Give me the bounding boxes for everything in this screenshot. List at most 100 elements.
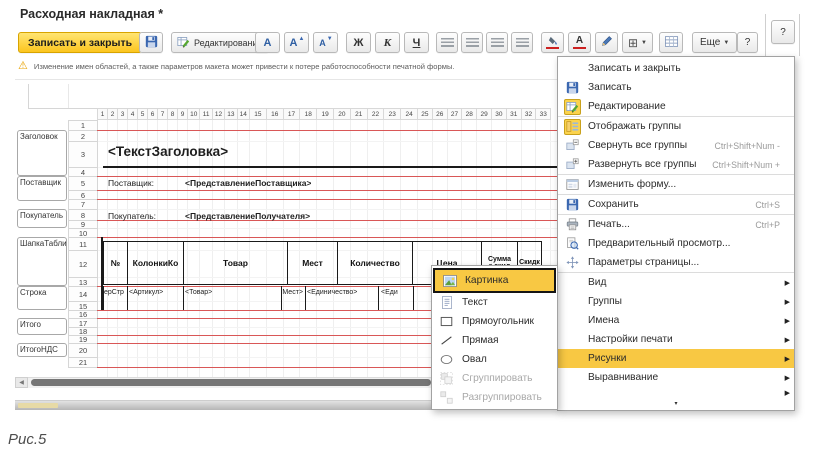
- menu-item-collapse-all-groups[interactable]: Свернуть все группыCtrl+Shift+Num -: [558, 136, 794, 155]
- buyer-value-cell[interactable]: <ПредставлениеПолучателя>: [185, 211, 310, 221]
- area-label-2[interactable]: Поставщик: [17, 176, 67, 201]
- submenu-item-text[interactable]: Текст: [432, 293, 557, 312]
- submenu-item-picture[interactable]: Картинка: [433, 268, 556, 293]
- font-size-down-button[interactable]: А ▼: [313, 32, 338, 53]
- column-header-25[interactable]: 25: [417, 108, 433, 120]
- table-value-cell[interactable]: Мест>: [282, 289, 303, 296]
- column-header-23[interactable]: 23: [383, 108, 401, 120]
- buyer-label-cell[interactable]: Покупатель:: [108, 211, 156, 221]
- area-label-3[interactable]: Покупатель: [17, 209, 67, 228]
- submenu-item-straight-line[interactable]: Прямая: [432, 331, 557, 350]
- column-header-30[interactable]: 30: [491, 108, 507, 120]
- borders-dropdown-button[interactable]: ⊞ ▼: [622, 32, 653, 53]
- row-header-12[interactable]: 12: [68, 250, 98, 278]
- column-header-17[interactable]: 17: [283, 108, 301, 120]
- help-button[interactable]: ?: [737, 32, 758, 53]
- menu-item-print-preview[interactable]: Предварительный просмотр...: [558, 234, 794, 253]
- row-header-14[interactable]: 14: [68, 286, 98, 302]
- row-header-20[interactable]: 20: [68, 343, 98, 358]
- italic-button[interactable]: К: [375, 32, 400, 53]
- column-header-16[interactable]: 16: [266, 108, 284, 120]
- menu-item-save[interactable]: Записать: [558, 78, 794, 97]
- table-value-cell[interactable]: <Артикул>: [129, 289, 181, 296]
- menu-item-clipped-item[interactable]: ▶: [558, 387, 794, 399]
- column-header-14[interactable]: 14: [237, 108, 250, 120]
- area-label-4[interactable]: ШапкаТабли: [17, 237, 67, 286]
- font-color-button[interactable]: А: [568, 32, 591, 53]
- menu-item-drawings[interactable]: Рисунки▶: [558, 349, 794, 368]
- menu-item-groups[interactable]: Группы▶: [558, 292, 794, 311]
- column-header-28[interactable]: 28: [461, 108, 477, 120]
- row-header-21[interactable]: 21: [68, 357, 98, 368]
- table-header-cell[interactable]: Товар: [183, 241, 288, 285]
- table-value-cell[interactable]: <Товар>: [185, 289, 277, 296]
- supplier-label-cell[interactable]: Поставщик:: [108, 178, 154, 188]
- column-header-32[interactable]: 32: [521, 108, 537, 120]
- menu-item-expand-all-groups[interactable]: Развернуть все группыCtrl+Shift+Num +: [558, 155, 794, 174]
- fill-color-button[interactable]: [541, 32, 564, 53]
- table-header-cell[interactable]: Мест: [287, 241, 338, 285]
- table-header-cell[interactable]: Количество: [337, 241, 413, 285]
- bold-button[interactable]: Ж: [346, 32, 371, 53]
- menu-item-page-setup[interactable]: Параметры страницы...: [558, 253, 794, 272]
- align-center-button[interactable]: [461, 32, 483, 53]
- save-and-close-button[interactable]: Записать и закрыть: [18, 32, 142, 53]
- column-header-27[interactable]: 27: [447, 108, 463, 120]
- menu-item-alignment[interactable]: Выравнивание▶: [558, 368, 794, 387]
- save-button[interactable]: [139, 32, 163, 53]
- area-label-5[interactable]: Строка: [17, 286, 67, 310]
- align-left-button[interactable]: [436, 32, 458, 53]
- menu-item-show-groups[interactable]: Отображать группы: [558, 117, 794, 136]
- table-value-cell[interactable]: <Единичество>: [307, 289, 376, 296]
- scrollbar-thumb[interactable]: [31, 379, 431, 386]
- row-header-3[interactable]: 3: [68, 141, 98, 168]
- align-justify-button[interactable]: [511, 32, 533, 53]
- more-button[interactable]: Еще ▼: [692, 32, 737, 53]
- underline-button[interactable]: Ч: [404, 32, 429, 53]
- menu-scroll-down-icon[interactable]: ▾: [558, 399, 794, 408]
- supplier-value-cell[interactable]: <ПредставлениеПоставщика>: [185, 178, 311, 188]
- row-header-5[interactable]: 5: [68, 176, 98, 191]
- area-label-6[interactable]: Итого: [17, 318, 67, 335]
- menu-item-print[interactable]: Печать...Ctrl+P: [558, 215, 794, 234]
- column-header-12[interactable]: 12: [212, 108, 225, 120]
- menu-item-change-form[interactable]: Изменить форму...: [558, 175, 794, 194]
- column-header-33[interactable]: 33: [535, 108, 551, 120]
- menu-item-print-settings[interactable]: Настройки печати▶: [558, 330, 794, 349]
- edit-mode-button[interactable]: Редактирование: [171, 32, 269, 53]
- area-label-7[interactable]: ИтогоНДС: [17, 343, 67, 357]
- panel-help-button[interactable]: ?: [771, 20, 795, 44]
- font-button[interactable]: А: [255, 32, 280, 53]
- column-header-31[interactable]: 31: [506, 108, 522, 120]
- table-value-cell[interactable]: <Еди: [381, 289, 411, 296]
- menu-item-save-file[interactable]: СохранитьCtrl+S: [558, 195, 794, 214]
- table-header-cell[interactable]: №: [103, 241, 128, 285]
- column-header-21[interactable]: 21: [350, 108, 368, 120]
- column-header-29[interactable]: 29: [476, 108, 492, 120]
- area-label-1[interactable]: Заголовок: [17, 130, 67, 176]
- submenu-item-rectangle[interactable]: Прямоугольник: [432, 312, 557, 331]
- column-header-15[interactable]: 15: [249, 108, 267, 120]
- column-header-11[interactable]: 11: [199, 108, 212, 120]
- merge-cells-button[interactable]: [659, 32, 683, 53]
- menu-item-editing[interactable]: Редактирование: [558, 97, 794, 116]
- column-header-22[interactable]: 22: [367, 108, 385, 120]
- menu-item-names[interactable]: Имена▶: [558, 311, 794, 330]
- title-cell[interactable]: <ТекстЗаголовка>: [108, 144, 228, 159]
- column-header-10[interactable]: 10: [187, 108, 200, 120]
- scroll-left-arrow[interactable]: ◀: [15, 377, 28, 388]
- column-header-24[interactable]: 24: [400, 108, 418, 120]
- border-color-button[interactable]: [595, 32, 618, 53]
- table-value-cell[interactable]: ерСтр: [104, 289, 125, 296]
- column-header-18[interactable]: 18: [299, 108, 317, 120]
- submenu-item-oval[interactable]: Овал: [432, 350, 557, 369]
- row-header-11[interactable]: 11: [68, 237, 98, 251]
- column-header-20[interactable]: 20: [333, 108, 351, 120]
- table-header-cell[interactable]: КолонкиКо: [127, 241, 184, 285]
- menu-item-save-and-close[interactable]: Записать и закрыть: [558, 59, 794, 78]
- column-header-13[interactable]: 13: [224, 108, 237, 120]
- menu-item-view[interactable]: Вид▶: [558, 273, 794, 292]
- column-header-19[interactable]: 19: [316, 108, 334, 120]
- column-header-26[interactable]: 26: [432, 108, 448, 120]
- font-size-up-button[interactable]: А ▲: [284, 32, 309, 53]
